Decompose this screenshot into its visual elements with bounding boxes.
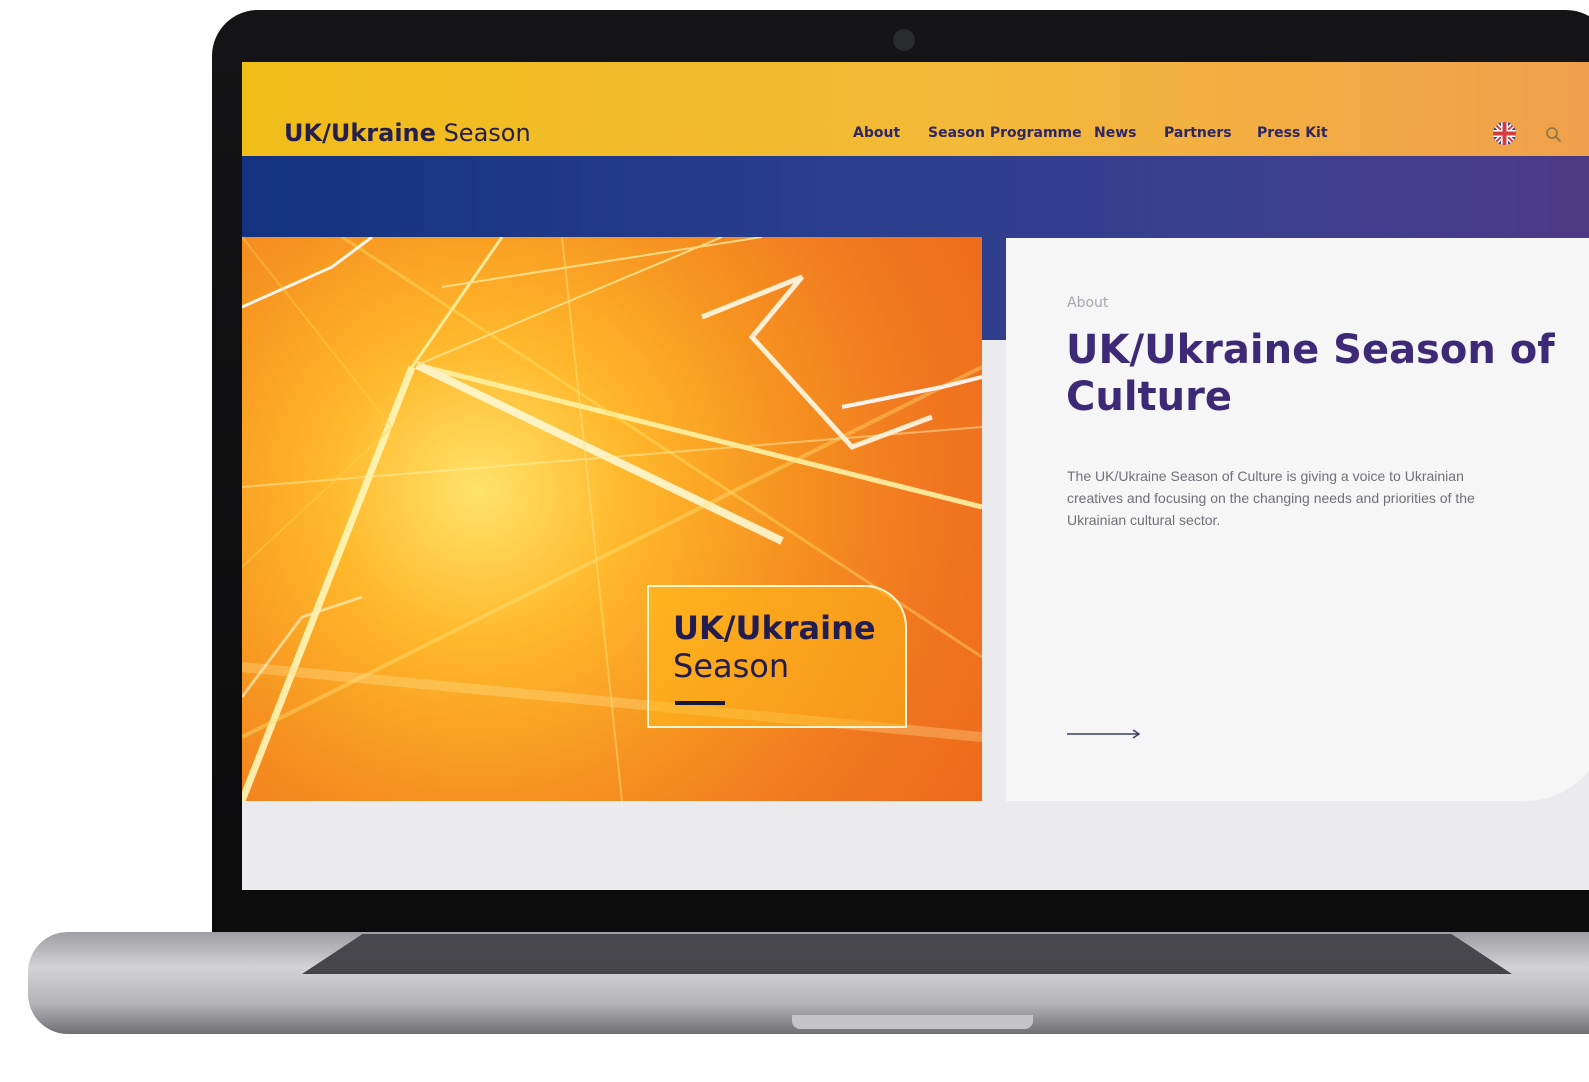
nav-about[interactable]: About xyxy=(853,125,900,141)
search-svg xyxy=(1546,127,1561,142)
hero-image: UK/Ukraine Season xyxy=(242,237,982,801)
nav-partners[interactable]: Partners xyxy=(1164,125,1232,141)
laptop-notch xyxy=(792,1015,1033,1029)
website-screen: UK/Ukraine Season About Season Programme… xyxy=(242,62,1589,890)
uk-flag-icon[interactable] xyxy=(1493,122,1516,145)
camera-icon xyxy=(893,29,915,51)
arrow-svg xyxy=(1067,729,1141,739)
laptop-keyboard xyxy=(302,934,1512,974)
nav-season-programme[interactable]: Season Programme xyxy=(928,125,1082,141)
nav-press-kit[interactable]: Press Kit xyxy=(1257,125,1328,141)
hero-logo-badge: UK/Ukraine Season xyxy=(647,585,907,728)
about-card: About UK/Ukraine Season of Culture The U… xyxy=(1006,238,1589,801)
main-nav: About Season Programme News Partners Pre… xyxy=(242,125,1589,145)
badge-underline xyxy=(675,701,725,705)
badge-subtitle: Season xyxy=(673,647,790,685)
device-mockup: UK/Ukraine Season About Season Programme… xyxy=(0,0,1589,1082)
uk-flag-svg xyxy=(1493,122,1516,145)
arrow-right-icon[interactable] xyxy=(1067,726,1147,740)
card-description: The UK/Ukraine Season of Culture is givi… xyxy=(1067,468,1475,528)
card-title: UK/Ukraine Season of Culture xyxy=(1066,327,1555,420)
card-kicker: About xyxy=(1067,295,1109,311)
laptop-chin xyxy=(212,890,1589,935)
site-header: UK/Ukraine Season About Season Programme… xyxy=(242,62,1589,156)
search-icon[interactable] xyxy=(1543,124,1565,146)
badge-title: UK/Ukraine xyxy=(673,609,876,647)
nav-news[interactable]: News xyxy=(1094,125,1136,141)
